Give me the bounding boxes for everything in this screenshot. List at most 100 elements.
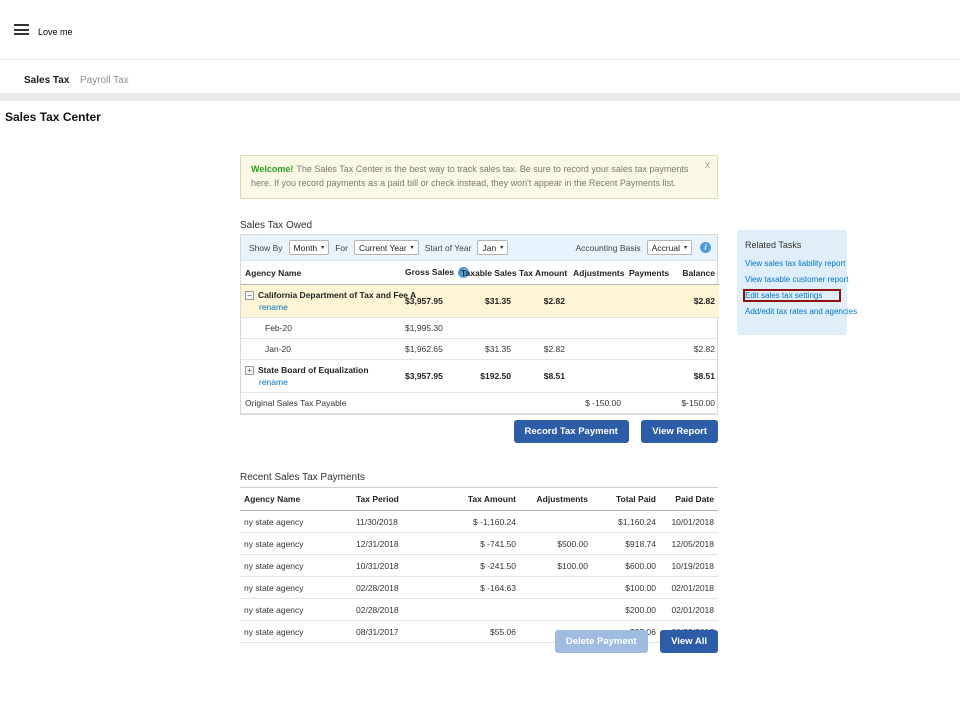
recent-cell: ny state agency [240,554,352,577]
recent-payments-title: Recent Sales Tax Payments [240,472,365,483]
owed-cell [625,359,669,393]
period-name: Feb-20 [265,323,292,333]
recent-col-header: Tax Period [352,487,442,511]
sales-tax-center-page: Love me Sales Tax Payroll Tax Sales Tax … [0,0,960,720]
start-of-year-dropdown[interactable]: Jan ▾ [477,240,509,255]
app-name: Love me [38,27,73,37]
recent-cell: $918.74 [592,532,660,555]
chevron-down-icon: ▾ [683,245,687,251]
owed-cell: $3,957.95 [401,359,457,393]
recent-cell: $ -1,160.24 [442,510,520,533]
tab-bar-divider [0,93,960,101]
record-tax-payment-button[interactable]: Record Tax Payment [513,420,629,443]
hamburger-menu-icon[interactable] [14,24,29,35]
recent-col-header: Paid Date [660,487,718,511]
recent-table-header-row: Agency Name Tax Period Tax Amount Adjustmen… [240,487,718,511]
start-of-year-label: Start of Year [424,242,472,253]
rename-link[interactable]: rename [259,377,397,387]
owed-table-row[interactable]: Jan-20 $1,962.65 $31.35 $2.82 $2.82 [241,338,719,360]
recent-cell: 02/28/2018 [352,598,442,621]
recent-cell: 10/31/2018 [352,554,442,577]
collapse-icon[interactable]: − [245,291,254,300]
recent-cell: 11/30/2018 [352,510,442,533]
page-title: Sales Tax Center [5,110,101,124]
owed-cell: $8.51 [669,359,719,393]
related-task-link-annotated[interactable]: Edit sales tax settings [743,289,841,302]
for-value: Current Year [358,242,407,253]
show-by-value: Month [293,242,318,253]
recent-actions: Delete Payment View All [240,630,718,653]
recent-col-header: Adjustments [520,487,592,511]
owed-table-row[interactable]: + State Board of Equalization rename $3,957… [241,359,719,393]
rename-link[interactable]: rename [259,302,397,312]
owed-cell: $8.51 [515,359,569,393]
delete-payment-button[interactable]: Delete Payment [554,630,648,653]
recent-cell: 10/01/2018 [660,510,718,533]
recent-table-row[interactable]: ny state agency 12/31/2018 $ -741.50 $500.0… [240,532,718,555]
chevron-down-icon: ▾ [500,245,504,251]
recent-cell: 02/01/2018 [660,576,718,599]
view-report-button[interactable]: View Report [641,420,718,443]
recent-cell: $100.00 [520,554,592,577]
sales-tax-owed-table: Agency Name Gross Sales i Taxable Sales Tax … [241,261,719,414]
recent-cell: 12/31/2018 [352,532,442,555]
owed-controls-bar: Show By Month ▾ For Current Year ▾ Start o… [241,235,717,261]
agency-name-cell: Feb-20 [241,317,401,339]
accounting-basis-dropdown[interactable]: Accrual ▾ [646,240,692,255]
banner-close-icon[interactable]: x [705,158,710,174]
owed-col-header: Payments [625,261,669,285]
recent-cell: ny state agency [240,576,352,599]
chevron-down-icon: ▾ [321,245,325,251]
related-task-link[interactable]: View taxable customer report [745,275,848,284]
welcome-banner-text: The Sales Tax Center is the best way to … [251,164,689,188]
recent-cell: 02/28/2018 [352,576,442,599]
owed-col-header: Adjustments [569,261,625,285]
owed-cell [625,317,669,339]
tab-bar: Sales Tax Payroll Tax [0,61,960,98]
owed-cell: $2.82 [515,338,569,360]
expand-icon[interactable]: + [245,366,254,375]
owed-cell [401,392,457,414]
owed-col-header: Tax Amount [515,261,569,285]
owed-cell [625,392,669,414]
owed-cell [515,392,569,414]
view-all-button[interactable]: View All [660,630,718,653]
owed-table-row[interactable]: − California Department of Tax and Fee A r… [241,284,719,318]
related-task-link[interactable]: View sales tax liability report [745,259,845,268]
recent-cell [520,576,592,599]
show-by-dropdown[interactable]: Month ▾ [288,240,330,255]
sales-tax-owed-section: Show By Month ▾ For Current Year ▾ Start o… [240,234,719,415]
recent-cell: $ -241.50 [442,554,520,577]
recent-col-header: Agency Name [240,487,352,511]
recent-payments-section: Agency Name Tax Period Tax Amount Adjustmen… [240,487,718,643]
owed-table-row[interactable]: Original Sales Tax Payable $ -150.00 $-150… [241,392,719,414]
recent-payments-table: Agency Name Tax Period Tax Amount Adjustmen… [240,487,718,643]
owed-table-row[interactable]: Feb-20 $1,995.30 [241,317,719,339]
show-by-label: Show By [249,242,283,253]
owed-cell [457,317,515,339]
recent-table-row[interactable]: ny state agency 10/31/2018 $ -241.50 $100.0… [240,554,718,577]
recent-table-row[interactable]: ny state agency 02/28/2018 $200.00 02/01/20… [240,598,718,621]
recent-cell: $500.00 [520,532,592,555]
recent-cell: $100.00 [592,576,660,599]
owed-cell: $2.82 [669,338,719,360]
agency-name: California Department of Tax and Fee A [258,290,417,300]
related-tasks-links: View sales tax liability report View taxa… [743,259,857,316]
accounting-basis-label: Accounting Basis [575,242,641,253]
owed-cell [569,317,625,339]
accounting-basis-info-icon[interactable]: i [700,242,711,253]
owed-cell [669,317,719,339]
owed-actions: Record Tax Payment View Report [240,420,718,443]
tab-payroll-tax[interactable]: Payroll Tax [80,75,129,86]
owed-col-header: Agency Name [241,261,401,285]
for-dropdown[interactable]: Current Year ▾ [353,240,419,255]
recent-cell: $200.00 [592,598,660,621]
related-task-link[interactable]: Add/edit tax rates and agencies [745,307,857,316]
recent-table-row[interactable]: ny state agency 02/28/2018 $ -164.63 $100.0… [240,576,718,599]
recent-table-row[interactable]: ny state agency 11/30/2018 $ -1,160.24 $1,1… [240,510,718,533]
welcome-banner-bold: Welcome! [251,164,294,174]
agency-name-cell: + State Board of Equalization rename [241,359,401,393]
owed-cell: $31.35 [457,338,515,360]
owed-col-header: Gross Sales i [401,261,470,285]
owed-cell: $1,962.65 [401,338,457,360]
